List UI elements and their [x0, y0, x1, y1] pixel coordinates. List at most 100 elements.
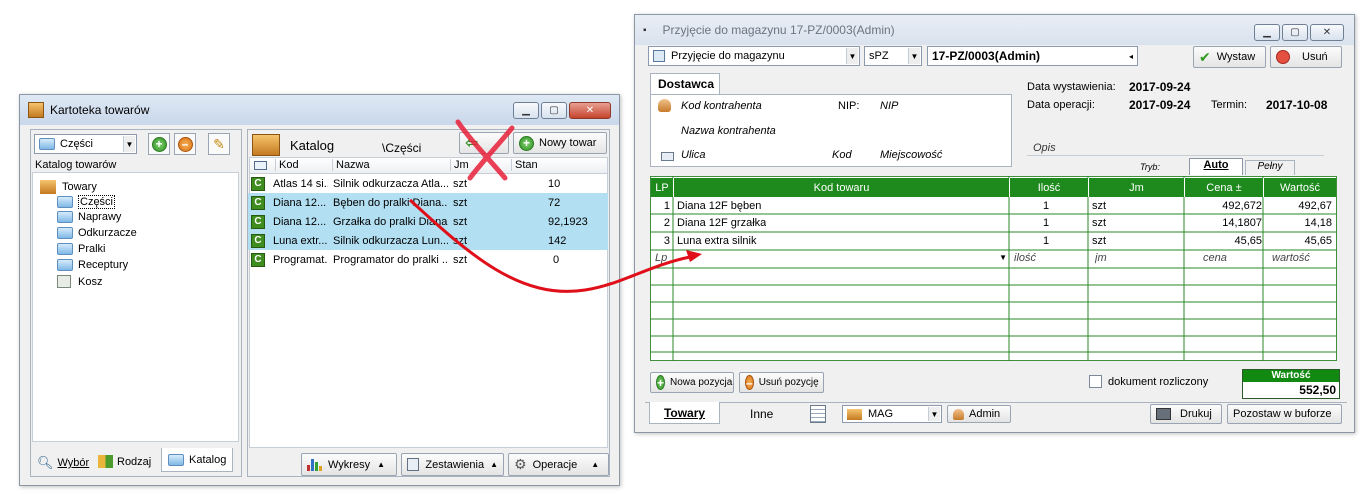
tree-item-czesci[interactable]: Części: [57, 195, 116, 209]
delete-button[interactable]: Usuń: [1270, 46, 1342, 68]
row-lp[interactable]: 1: [650, 197, 670, 214]
edit-category-button[interactable]: ✎: [208, 133, 230, 155]
close-button[interactable]: ✕: [1310, 24, 1344, 41]
column-stan[interactable]: Stan: [511, 159, 606, 171]
tab-katalog[interactable]: Katalog: [161, 448, 234, 472]
contractor-code-field[interactable]: Kod kontrahenta: [681, 100, 762, 112]
add-category-button[interactable]: +: [148, 133, 170, 155]
tab-inne[interactable]: Inne: [750, 407, 773, 421]
postal-field[interactable]: Kod: [832, 149, 852, 161]
due-date-field[interactable]: 2017-10-08: [1266, 98, 1327, 112]
street-field[interactable]: Ulica: [681, 149, 705, 161]
op-date-field[interactable]: 2017-09-24: [1129, 98, 1190, 112]
mode-tab-auto[interactable]: Auto: [1189, 158, 1243, 175]
back-button[interactable]: ⇦: [459, 132, 509, 154]
row-kod[interactable]: Diana 12F grzałka: [677, 214, 766, 231]
column-nazwa[interactable]: Nazwa: [332, 159, 448, 171]
chevron-left-icon: ◂: [1128, 51, 1133, 61]
list-item[interactable]: C Luna extr... Silnik odkurzacza Lun... …: [248, 231, 608, 250]
operations-label: Operacje: [532, 458, 578, 471]
row-lp[interactable]: 2: [650, 214, 670, 231]
receipt-title: Przyjęcie do magazynu 17-PZ/0003(Admin): [662, 23, 895, 37]
minimize-button[interactable]: ▁: [513, 102, 539, 119]
new-item-button[interactable]: + Nowy towar: [513, 132, 607, 154]
column-kod-towaru[interactable]: Kod towaru: [674, 178, 1010, 197]
mode-tab-label: Pełny: [1257, 161, 1283, 172]
user-button[interactable]: Admin: [947, 405, 1011, 423]
row-jm[interactable]: szt: [1092, 197, 1106, 214]
maximize-button[interactable]: ▢: [1282, 24, 1308, 41]
column-cena[interactable]: Cena ±: [1185, 178, 1264, 197]
description-field[interactable]: Opis: [1033, 142, 1056, 154]
column-lp[interactable]: LP: [651, 178, 674, 197]
operations-button[interactable]: ⚙ Operacje ▲: [508, 453, 609, 476]
user-label: Admin: [969, 408, 1001, 420]
doc-number-field[interactable]: 17-PZ/0003(Admin) ◂: [927, 46, 1138, 66]
category-combo[interactable]: Części ▼: [34, 134, 137, 154]
tree-item-odkurzacze[interactable]: Odkurzacze: [57, 227, 137, 239]
column-jm[interactable]: Jm: [450, 159, 510, 171]
maximize-button[interactable]: ▢: [541, 102, 567, 119]
select-all-column[interactable]: [254, 161, 267, 170]
row-ilosc[interactable]: 1: [1010, 232, 1082, 249]
row-jm[interactable]: szt: [1092, 232, 1106, 249]
doc-number-value: 17-PZ/0003(Admin): [932, 49, 1041, 63]
charts-button[interactable]: Wykresy ▲: [301, 453, 397, 476]
tree-item-naprawy[interactable]: Naprawy: [57, 211, 121, 223]
series-combo[interactable]: sPZ ▼: [864, 46, 922, 66]
new-row-kod-combo[interactable]: ▼: [676, 249, 1009, 266]
row-cena[interactable]: 14,1807: [1188, 214, 1262, 231]
city-field[interactable]: Miejscowość: [880, 149, 942, 161]
row-kod[interactable]: Luna extra silnik: [677, 232, 757, 249]
row-lp[interactable]: 3: [650, 232, 670, 249]
new-row-cena[interactable]: cena: [1203, 249, 1227, 266]
document-type-icon: [653, 50, 665, 62]
tree-item-pralki[interactable]: Pralki: [57, 243, 106, 255]
row-kod[interactable]: Diana 12F bęben: [677, 197, 761, 214]
row-jm[interactable]: szt: [1092, 214, 1106, 231]
new-row-lp[interactable]: Lp: [655, 249, 667, 266]
supplier-tab[interactable]: Dostawca: [650, 73, 720, 94]
settled-checkbox[interactable]: [1089, 375, 1102, 388]
tab-wybor[interactable]: 🔍︎ Wybór: [37, 455, 89, 471]
list-item[interactable]: C Atlas 14 si... Silnik odkurzacza Atla.…: [248, 174, 608, 193]
column-kod[interactable]: Kod: [275, 159, 331, 171]
minimize-button[interactable]: ▁: [1254, 24, 1280, 41]
column-jm[interactable]: Jm: [1089, 178, 1185, 197]
doc-type-combo[interactable]: Przyjęcie do magazynu ▼: [648, 46, 860, 66]
notes-icon[interactable]: [810, 405, 826, 423]
tab-towary[interactable]: Towary: [649, 402, 720, 424]
save-buffer-button[interactable]: Pozostaw w buforze: [1227, 404, 1342, 424]
issue-date-field[interactable]: 2017-09-24: [1129, 80, 1190, 94]
column-ilosc[interactable]: Ilość: [1010, 178, 1089, 197]
contractor-name-field[interactable]: Nazwa kontrahenta: [681, 125, 776, 137]
tab-rodzaj[interactable]: Rodzaj: [98, 455, 151, 468]
item-icon: C: [251, 176, 265, 191]
item-stan: 10: [548, 177, 561, 190]
close-button[interactable]: ✕: [569, 102, 611, 119]
remove-category-button[interactable]: –: [174, 133, 196, 155]
list-item[interactable]: C Diana 12... Grzałka do pralki Diana...…: [248, 212, 608, 231]
new-row-jm[interactable]: jm: [1095, 249, 1107, 266]
tree-item-kosz[interactable]: Kosz: [57, 275, 102, 288]
row-cena[interactable]: 45,65: [1188, 232, 1262, 249]
mode-tab-full[interactable]: Pełny: [1245, 160, 1295, 175]
list-item[interactable]: C Diana 12... Bęben do pralki Diana... s…: [248, 193, 608, 212]
tree-root[interactable]: Towary: [40, 180, 97, 194]
list-item[interactable]: C Programat... Programator do pralki ...…: [248, 250, 608, 269]
remove-position-button[interactable]: – Usuń pozycję: [739, 372, 824, 393]
new-row-ilosc[interactable]: ilość: [1014, 249, 1036, 266]
row-cena[interactable]: 492,672: [1188, 197, 1262, 214]
pencil-icon: ✎: [213, 135, 225, 152]
add-position-button[interactable]: + Nowa pozycja: [650, 372, 734, 393]
reports-button[interactable]: Zestawienia ▲: [401, 453, 504, 476]
column-wartosc[interactable]: Wartość: [1264, 178, 1336, 197]
row-ilosc[interactable]: 1: [1010, 214, 1082, 231]
nip-field[interactable]: NIP: [880, 100, 898, 112]
issue-button[interactable]: ✔ Wystaw: [1193, 46, 1266, 68]
print-button[interactable]: Drukuj: [1150, 404, 1222, 424]
row-ilosc[interactable]: 1: [1010, 197, 1082, 214]
tree-item-receptury[interactable]: Receptury: [57, 259, 128, 271]
warehouse-combo[interactable]: MAG ▼: [842, 405, 942, 423]
document-icon: ▪: [643, 24, 647, 36]
